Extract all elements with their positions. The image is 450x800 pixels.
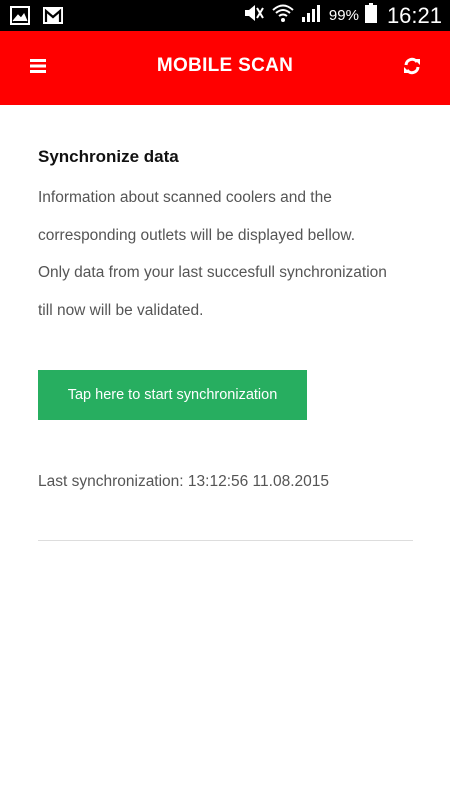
screen: 99% 16:21 MOBILE SCAN Synchronize data I… — [0, 0, 450, 800]
section-title: Synchronize data — [38, 147, 179, 166]
info-text-line: Information about scanned coolers and th… — [38, 189, 332, 206]
app-bar: MOBILE SCAN — [0, 31, 450, 105]
battery-icon — [364, 3, 377, 28]
mute-icon — [243, 3, 265, 28]
divider — [38, 540, 413, 541]
start-sync-button[interactable]: Tap here to start synchronization — [38, 370, 307, 420]
app-title: MOBILE SCAN — [156, 55, 294, 76]
info-text-line: corresponding outlets will be displayed … — [38, 227, 356, 244]
image-icon — [10, 6, 30, 30]
status-bar: 99% 16:21 — [0, 0, 450, 31]
info-text-line: till now will be validated. — [38, 302, 204, 319]
wifi-icon — [271, 3, 295, 28]
gmail-icon — [42, 6, 64, 30]
last-sync-text: Last synchronization: 13:12:56 11.08.201… — [38, 473, 329, 490]
clock: 16:21 — [386, 2, 442, 28]
battery-percent: 99% — [328, 7, 359, 24]
refresh-icon — [403, 57, 421, 80]
info-text-line: Only data from your last succesfull sync… — [38, 264, 387, 281]
signal-icon — [301, 3, 323, 28]
refresh-button[interactable] — [398, 56, 426, 80]
